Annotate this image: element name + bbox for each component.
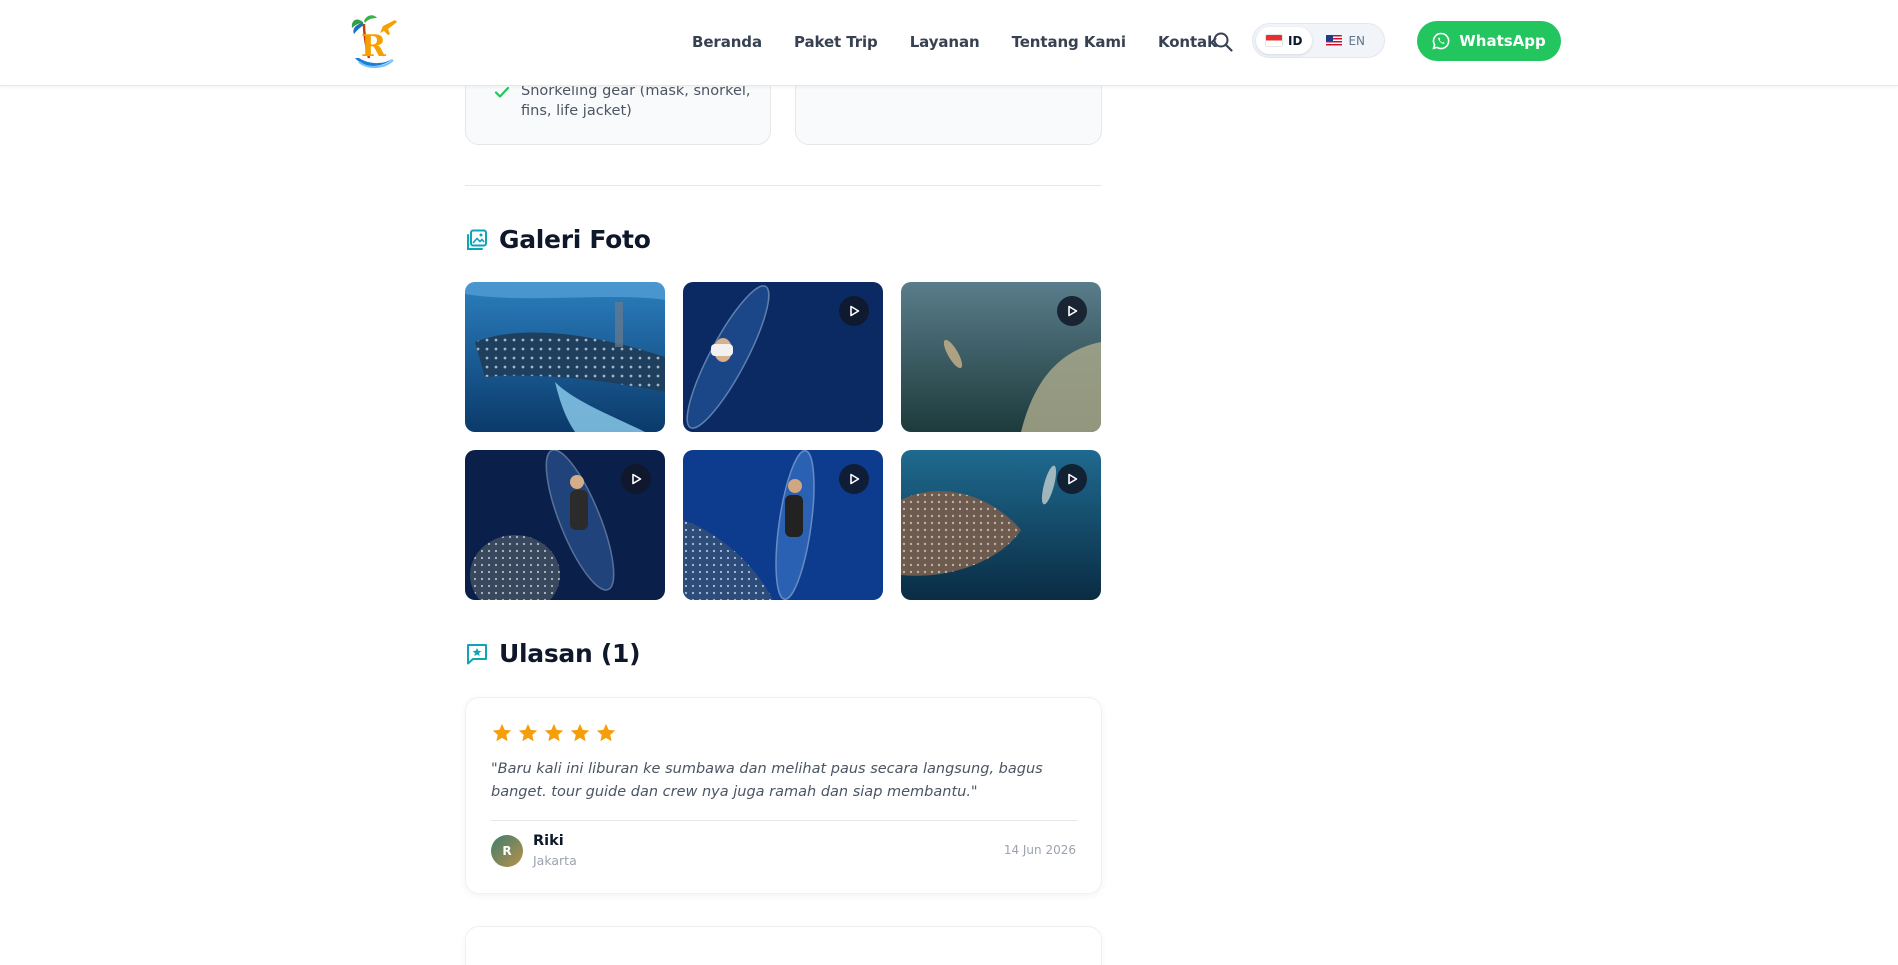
review-icon: [467, 643, 487, 664]
play-icon: [632, 473, 642, 485]
gallery-photo[interactable]: [465, 282, 665, 432]
play-button[interactable]: [1057, 296, 1087, 326]
star-icon: [570, 723, 590, 742]
nav-link-layanan[interactable]: Layanan: [910, 33, 980, 51]
play-button[interactable]: [1057, 464, 1087, 494]
nav-link-kontak[interactable]: Kontak: [1158, 33, 1217, 51]
gallery-title: Galeri Foto: [499, 225, 651, 254]
play-button[interactable]: [839, 464, 869, 494]
review-divider: [491, 820, 1078, 821]
search-icon: [1213, 32, 1233, 52]
play-icon: [850, 473, 860, 485]
nav-link-tentang-kami[interactable]: Tentang Kami: [1012, 33, 1126, 51]
lang-option-id[interactable]: ID: [1256, 27, 1313, 54]
included-item: Snorkeling gear (mask, snorkel, fins, li…: [493, 81, 751, 121]
included-item-label: Snorkeling gear (mask, snorkel, fins, li…: [521, 83, 751, 119]
gallery-video[interactable]: [901, 450, 1101, 600]
star-icon: [518, 723, 538, 742]
lang-label-en: EN: [1348, 33, 1365, 48]
site-header: R Beranda Paket Trip Layanan Tentang Kam…: [0, 0, 1898, 86]
main-nav: Beranda Paket Trip Layanan Tentang Kami …: [692, 30, 1217, 54]
star-rating: [491, 722, 617, 744]
uk-flag-icon: [1326, 35, 1343, 46]
play-icon: [850, 305, 860, 317]
gallery-video[interactable]: [901, 282, 1101, 432]
play-button[interactable]: [839, 296, 869, 326]
play-icon: [1068, 305, 1078, 317]
lang-option-en[interactable]: EN: [1316, 27, 1375, 54]
section-divider: [465, 185, 1102, 186]
whale-shark-image: [465, 282, 665, 432]
svg-text:R: R: [361, 29, 387, 64]
lang-label-id: ID: [1288, 33, 1303, 48]
indonesia-flag-icon: [1266, 35, 1282, 46]
brand-logo[interactable]: R: [349, 12, 403, 72]
nav-link-paket-trip[interactable]: Paket Trip: [794, 33, 878, 51]
review-text: "Baru kali ini liburan ke sumbawa dan me…: [491, 761, 1043, 800]
whatsapp-icon: [1432, 32, 1450, 50]
reviewer-city: Jakarta: [533, 853, 577, 868]
review-date: 14 Jun 2026: [1003, 843, 1076, 857]
star-icon: [544, 723, 564, 742]
whatsapp-label: WhatsApp: [1459, 32, 1546, 50]
logo-icon: R: [351, 15, 397, 68]
play-icon: [1068, 473, 1078, 485]
gallery-video[interactable]: [683, 282, 883, 432]
reviewer-name: Riki: [533, 833, 564, 849]
gallery-heading: Galeri Foto: [465, 225, 651, 254]
gallery-video[interactable]: [683, 450, 883, 600]
star-icon: [492, 723, 512, 742]
avatar: R: [491, 835, 523, 867]
review-card: "Baru kali ini liburan ke sumbawa dan me…: [465, 697, 1102, 894]
nav-link-beranda[interactable]: Beranda: [692, 33, 762, 51]
gallery-icon: [467, 229, 487, 250]
reviews-heading: Ulasan (1): [465, 639, 641, 668]
search-button[interactable]: [1210, 29, 1236, 55]
language-switcher: ID EN: [1252, 23, 1385, 58]
whatsapp-button[interactable]: WhatsApp: [1417, 21, 1561, 61]
star-icon: [596, 723, 616, 742]
gallery-video[interactable]: [465, 450, 665, 600]
play-button[interactable]: [621, 464, 651, 494]
review-form-card: [465, 926, 1102, 965]
reviews-title: Ulasan (1): [499, 639, 641, 668]
